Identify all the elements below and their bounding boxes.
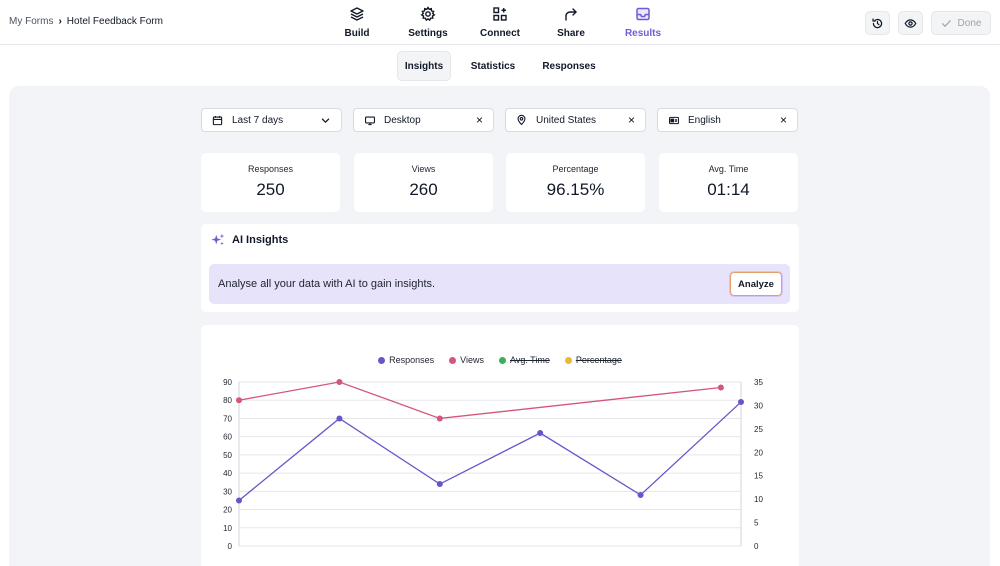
done-button[interactable]: Done xyxy=(931,11,991,35)
y-left-tick-label: 20 xyxy=(223,506,232,515)
clear-language-icon[interactable]: × xyxy=(780,113,787,127)
data-point-responses xyxy=(336,415,343,422)
history-icon xyxy=(872,17,883,28)
y-right-tick-label: 25 xyxy=(754,425,763,434)
ai-insights-title: AI Insights xyxy=(232,234,289,246)
y-left-tick-label: 90 xyxy=(223,378,232,387)
done-label: Done xyxy=(957,17,982,29)
stat-value: 260 xyxy=(409,180,438,199)
stat-label: Avg. Time xyxy=(708,164,749,174)
data-point-responses xyxy=(537,430,544,437)
stat-label: Percentage xyxy=(552,164,599,174)
device-filter-label: Desktop xyxy=(384,114,421,126)
stat-card-responses: Responses 250 xyxy=(201,153,340,212)
data-point-responses xyxy=(738,399,744,406)
connect-icon xyxy=(493,7,507,21)
stat-label: Responses xyxy=(247,164,294,174)
data-point-views xyxy=(236,397,242,404)
ai-insights-banner: Analyse all your data with AI to gain in… xyxy=(209,264,790,304)
data-point-views xyxy=(717,384,724,391)
insights-chart-card: Responses Views Avg. Time Percentage 0 10… xyxy=(201,325,799,566)
line-chart: 0 10 20 30 40 50 60 70 80 90 0 5 10 15 20 25 30 35 xyxy=(223,378,763,551)
data-point-views xyxy=(436,415,443,422)
country-filter-label: United States xyxy=(536,114,597,126)
clear-device-icon[interactable]: × xyxy=(476,113,483,127)
history-button[interactable] xyxy=(865,11,890,35)
ai-insights-header: AI Insights xyxy=(211,233,288,247)
top-bar: My Forms › Hotel Feedback Form Build Set… xyxy=(0,0,1000,45)
y-left-tick-label: 0 xyxy=(228,542,233,551)
breadcrumb-separator: › xyxy=(58,16,62,27)
tab-results[interactable]: Results xyxy=(613,6,673,40)
tab-build-label: Build xyxy=(344,28,370,39)
calendar-icon xyxy=(212,114,224,126)
series-line-responses xyxy=(238,401,742,501)
language-filter-label: English xyxy=(688,114,721,126)
sub-tabs: Insights Statistics Responses xyxy=(0,51,1000,81)
breadcrumb: My Forms › Hotel Feedback Form xyxy=(9,16,163,27)
tab-connect[interactable]: Connect xyxy=(470,6,530,40)
tab-share[interactable]: Share xyxy=(541,6,601,40)
stat-card-views: Views 260 xyxy=(354,153,493,212)
tab-build[interactable]: Build xyxy=(327,6,387,40)
location-pin-icon xyxy=(516,114,528,126)
tab-connect-label: Connect xyxy=(480,28,520,39)
y-right-tick-label: 5 xyxy=(754,519,759,528)
y-right-tick-label: 30 xyxy=(754,401,763,410)
tab-settings[interactable]: Settings xyxy=(398,6,458,40)
preview-button[interactable] xyxy=(898,11,923,35)
insights-panel: Last 7 days Desktop × United States × En… xyxy=(9,86,990,566)
stat-value: 01:14 xyxy=(707,180,750,199)
device-filter[interactable]: Desktop × xyxy=(353,108,494,132)
data-point-responses xyxy=(436,481,443,488)
gear-icon xyxy=(420,6,436,22)
y-left-tick-label: 50 xyxy=(223,451,232,460)
stat-value: 96.15% xyxy=(546,180,605,199)
ai-insights-card: AI Insights Analyse all your data with A… xyxy=(201,224,799,312)
data-point-views xyxy=(336,379,343,385)
check-icon xyxy=(941,19,951,27)
data-point-responses xyxy=(236,497,242,504)
date-range-select[interactable]: Last 7 days xyxy=(201,108,342,132)
tab-statistics[interactable]: Statistics xyxy=(465,51,521,81)
ai-insights-message: Analyse all your data with AI to gain in… xyxy=(218,278,436,290)
country-filter[interactable]: United States × xyxy=(505,108,646,132)
eye-icon xyxy=(904,18,917,28)
tab-results-label: Results xyxy=(624,28,662,39)
inbox-icon xyxy=(636,7,650,21)
chevron-down-icon xyxy=(321,118,330,123)
share-arrow-icon xyxy=(565,8,577,21)
y-right-tick-label: 35 xyxy=(754,378,763,387)
language-icon xyxy=(668,114,680,126)
layers-icon xyxy=(350,7,364,21)
y-right-tick-label: 0 xyxy=(754,542,759,551)
stat-label: Views xyxy=(411,164,436,174)
y-right-tick-label: 10 xyxy=(754,495,763,504)
monitor-icon xyxy=(364,114,376,126)
tab-settings-label: Settings xyxy=(408,28,448,39)
y-left-tick-label: 70 xyxy=(223,414,232,423)
stat-card-percentage: Percentage 96.15% xyxy=(506,153,645,212)
y-left-tick-label: 10 xyxy=(223,524,232,533)
data-point-responses xyxy=(637,491,644,498)
tab-responses[interactable]: Responses xyxy=(538,51,600,81)
date-range-label: Last 7 days xyxy=(232,114,284,126)
sparkles-icon xyxy=(211,233,225,246)
stat-value: 250 xyxy=(256,180,285,199)
y-right-tick-label: 20 xyxy=(754,448,763,457)
tab-insights[interactable]: Insights xyxy=(397,51,451,81)
breadcrumb-root[interactable]: My Forms xyxy=(9,16,53,27)
breadcrumb-current: Hotel Feedback Form xyxy=(66,16,163,27)
language-filter[interactable]: English × xyxy=(657,108,798,132)
analyze-button[interactable]: Analyze xyxy=(730,272,782,296)
clear-country-icon[interactable]: × xyxy=(628,113,635,127)
tab-share-label: Share xyxy=(557,28,585,39)
y-left-tick-label: 30 xyxy=(223,487,232,496)
y-right-tick-label: 15 xyxy=(754,472,763,481)
y-left-tick-label: 60 xyxy=(223,433,232,442)
stat-card-avg-time: Avg. Time 01:14 xyxy=(659,153,798,212)
y-left-tick-label: 40 xyxy=(223,469,232,478)
y-left-tick-label: 80 xyxy=(223,396,232,405)
